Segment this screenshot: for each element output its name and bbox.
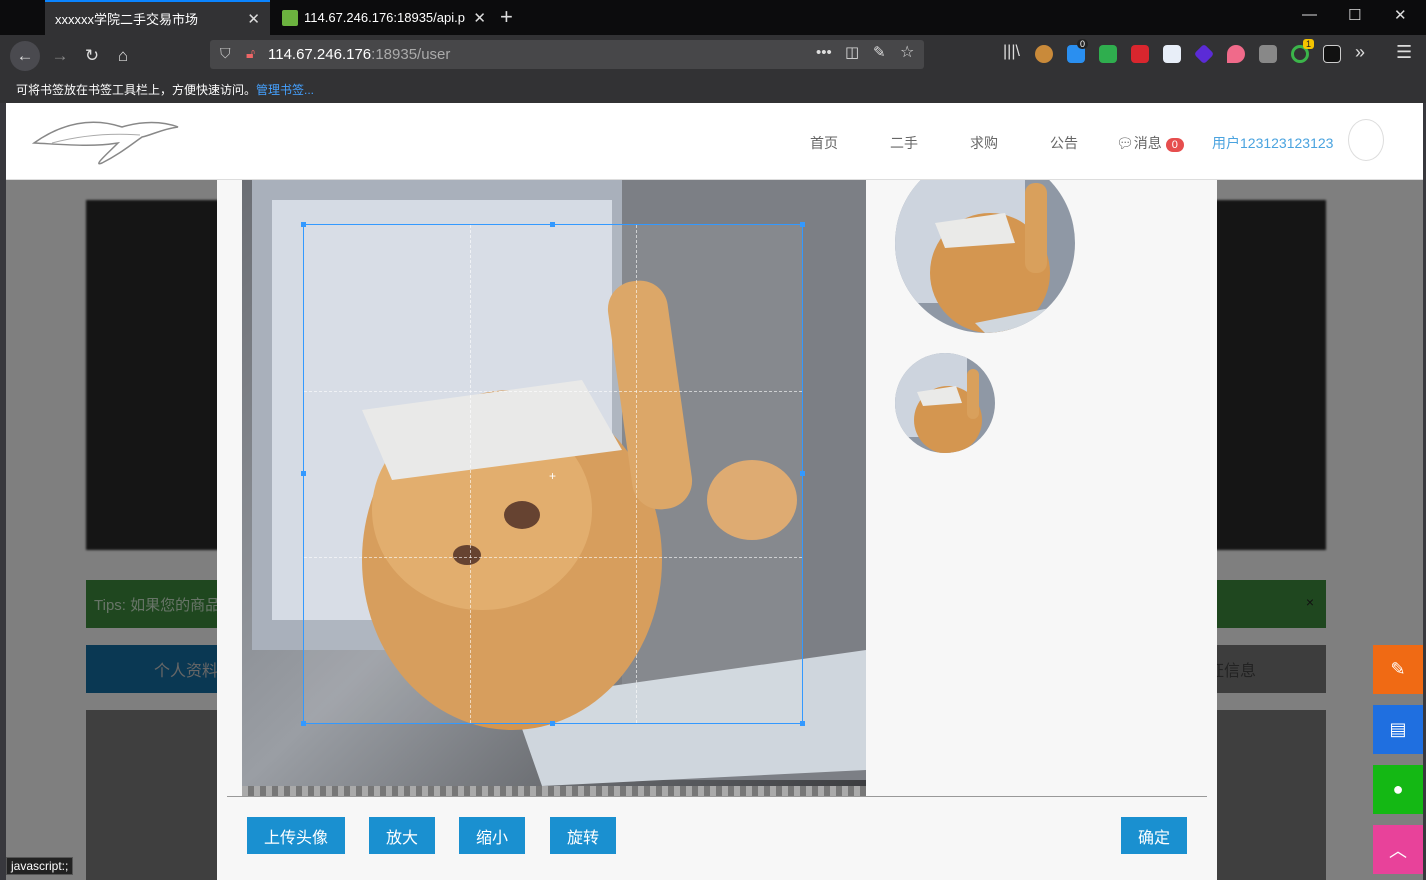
modal-divider xyxy=(227,796,1207,797)
tab-strip: xxxxxx学院二手交易市场 ✕ 114.67.246.176:18935/ap… xyxy=(0,0,1426,35)
nav-toolbar: ← → ↻ ⌂ ⛉ 🔓︎ 114.67.246.176:18935/user •… xyxy=(0,35,1426,75)
tab-market[interactable]: xxxxxx学院二手交易市场 ✕ xyxy=(45,0,270,35)
shield-extension-icon[interactable] xyxy=(1099,45,1117,63)
confirm-button[interactable]: 确定 xyxy=(1121,817,1187,854)
menu-icon[interactable]: ☰ xyxy=(1396,42,1412,63)
home-icon[interactable]: ⌂ xyxy=(108,41,138,71)
tracking-icon[interactable]: ✎ xyxy=(873,43,886,61)
crop-handle[interactable] xyxy=(550,721,555,726)
extension-icon[interactable] xyxy=(1163,45,1181,63)
site-logo[interactable] xyxy=(32,113,182,169)
extension-icon[interactable] xyxy=(1035,45,1053,63)
avatar-crop-modal: + 上传头像 放大 缩小 旋转 确定 xyxy=(217,153,1217,880)
extension-icon[interactable]: 0 xyxy=(1067,39,1089,63)
forward-icon[interactable]: → xyxy=(45,41,75,71)
crop-guide xyxy=(304,557,802,558)
maximize-icon[interactable]: ☐ xyxy=(1348,6,1361,24)
close-window-icon[interactable]: ✕ xyxy=(1394,6,1407,24)
lock-extension-icon[interactable] xyxy=(1131,45,1149,63)
qq-icon[interactable]: ● xyxy=(1373,765,1423,814)
bookmark-star-icon[interactable]: ☆ xyxy=(900,42,914,62)
back-to-top-icon[interactable]: ︿ xyxy=(1373,825,1423,874)
chat-icon: 💬︎ xyxy=(1116,135,1134,151)
manage-bookmarks-link[interactable]: 管理书签... xyxy=(256,81,314,98)
insecure-lock-icon[interactable]: 🔓︎ xyxy=(246,45,255,62)
preview-small xyxy=(895,353,995,453)
messages-badge: 0 xyxy=(1165,138,1184,152)
crop-handle[interactable] xyxy=(301,222,306,227)
tab-title: xxxxxx学院二手交易市场 xyxy=(55,12,199,27)
library-icon[interactable]: |||\ xyxy=(1003,43,1020,61)
nav-wanted[interactable]: 求购 xyxy=(970,133,998,153)
crop-center-icon: + xyxy=(549,469,557,483)
crop-handle[interactable] xyxy=(301,721,306,726)
tab-title: 114.67.246.176:18935/api.ph xyxy=(304,10,466,25)
pocket-icon[interactable]: ◫ xyxy=(845,43,859,61)
crop-handle[interactable] xyxy=(550,222,555,227)
overflow-chevron-icon[interactable]: » xyxy=(1355,42,1365,63)
rotate-button[interactable]: 旋转 xyxy=(550,817,616,854)
avatar[interactable] xyxy=(1348,119,1384,161)
crop-guide xyxy=(470,225,471,723)
shield-icon[interactable]: ⛉ xyxy=(220,45,231,62)
back-icon[interactable]: ← xyxy=(10,41,40,71)
crop-guide xyxy=(636,225,637,723)
document-icon[interactable]: ▤ xyxy=(1373,705,1423,754)
crop-handle[interactable] xyxy=(800,222,805,227)
browser-window: xxxxxx学院二手交易市场 ✕ 114.67.246.176:18935/ap… xyxy=(0,0,1426,880)
bookmarks-hint: 可将书签放在书签工具栏上，方便快速访问。 xyxy=(16,82,257,97)
site-header: 首页 二手 求购 公告 💬︎消息 0 用户123123123123 xyxy=(6,103,1423,180)
crop-handle[interactable] xyxy=(800,721,805,726)
site-favicon-icon xyxy=(282,9,298,26)
edit-icon[interactable]: ✎ xyxy=(1373,645,1423,694)
extension-icon[interactable] xyxy=(1193,43,1215,65)
upload-avatar-button[interactable]: 上传头像 xyxy=(247,817,345,854)
status-bar: javascript:; xyxy=(6,857,74,875)
transparency-pattern xyxy=(242,786,866,796)
nav-secondhand[interactable]: 二手 xyxy=(890,133,918,153)
page-content: Tips: 如果您的商品 × 个人资料 证信息 首页 二手 求购 公告 💬︎消息… xyxy=(6,103,1423,880)
preview-large xyxy=(895,153,1075,333)
nav-notice[interactable]: 公告 xyxy=(1050,133,1078,153)
reload-icon[interactable]: ↻ xyxy=(77,41,107,71)
preview-small-image xyxy=(895,353,995,453)
crop-box[interactable]: + xyxy=(301,222,805,726)
ext-badge: 1 xyxy=(1303,39,1315,49)
crop-guide xyxy=(304,391,802,392)
nav-home[interactable]: 首页 xyxy=(810,133,838,153)
user-link[interactable]: 用户123123123123 xyxy=(1212,133,1333,153)
extension-icon[interactable] xyxy=(1323,45,1341,63)
crop-handle[interactable] xyxy=(301,471,306,476)
bookmarks-bar: 可将书签放在书签工具栏上，方便快速访问。 管理书签... xyxy=(0,75,1426,103)
crop-handle[interactable] xyxy=(800,471,805,476)
new-tab-button[interactable]: + xyxy=(500,4,513,30)
url-host: 114.67.246.176 xyxy=(268,46,372,63)
close-tab-icon[interactable]: ✕ xyxy=(247,10,260,28)
close-tab-icon[interactable]: ✕ xyxy=(473,9,486,27)
page-actions-icon[interactable]: ••• xyxy=(816,44,832,61)
crop-stage[interactable]: + xyxy=(242,180,866,796)
zoom-in-button[interactable]: 放大 xyxy=(369,817,435,854)
nav-messages[interactable]: 💬︎消息 0 xyxy=(1116,133,1184,153)
extension-icon[interactable] xyxy=(1227,45,1245,63)
minimize-icon[interactable]: — xyxy=(1302,6,1317,23)
extension-icon[interactable]: 1 xyxy=(1291,39,1315,63)
tab-api[interactable]: 114.67.246.176:18935/api.ph ✕ xyxy=(272,0,496,35)
zoom-out-button[interactable]: 缩小 xyxy=(459,817,525,854)
url-bar[interactable]: ⛉ 🔓︎ 114.67.246.176:18935/user ••• ◫ ✎ ☆ xyxy=(210,40,924,69)
url-path: :18935/user xyxy=(371,46,451,63)
ext-badge: 0 xyxy=(1077,39,1089,49)
extension-icon[interactable] xyxy=(1259,45,1277,63)
messages-label: 消息 xyxy=(1133,135,1162,151)
preview-large-image xyxy=(895,153,1075,333)
